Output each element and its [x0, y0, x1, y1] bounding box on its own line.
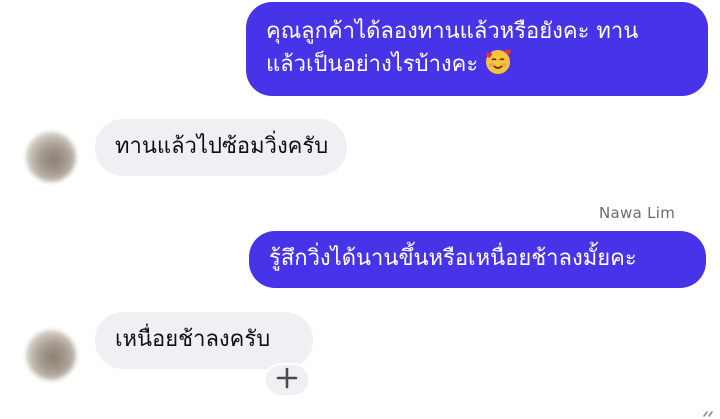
message-text: ทานแล้วไปซ้อมวิ่งครับ: [115, 134, 329, 159]
contact-avatar[interactable]: [26, 132, 76, 182]
outgoing-message-bubble[interactable]: คุณลูกค้าได้ลองทานแล้วหรือยังคะ ทาน แล้ว…: [246, 2, 708, 96]
plus-icon: [276, 367, 298, 393]
partial-status-icon: [703, 411, 713, 417]
smiling-face-with-hearts-icon: [484, 48, 512, 76]
sender-name: Nawa Lim: [599, 204, 676, 222]
message-text: รู้สึกวิ่งได้นานขึ้นหรือเหนื่อยช้าลงมั้ย…: [269, 246, 637, 271]
outgoing-message-bubble[interactable]: รู้สึกวิ่งได้นานขึ้นหรือเหนื่อยช้าลงมั้ย…: [249, 231, 706, 288]
message-line: คุณลูกค้าได้ลองทานแล้วหรือยังคะ ทาน: [266, 19, 639, 44]
message-text: เหนื่อยช้าลงครับ: [115, 327, 271, 352]
contact-avatar[interactable]: [26, 330, 76, 380]
message-line: แล้วเป็นอย่างไรบ้างคะ: [266, 52, 479, 77]
add-reaction-button[interactable]: [264, 363, 310, 397]
message-line-with-emoji: แล้วเป็นอย่างไรบ้างคะ: [266, 48, 688, 81]
incoming-message-bubble[interactable]: ทานแล้วไปซ้อมวิ่งครับ: [95, 119, 347, 176]
incoming-message-bubble[interactable]: เหนื่อยช้าลงครับ: [95, 312, 313, 369]
chat-thread: คุณลูกค้าได้ลองทานแล้วหรือยังคะ ทาน แล้ว…: [0, 0, 720, 419]
